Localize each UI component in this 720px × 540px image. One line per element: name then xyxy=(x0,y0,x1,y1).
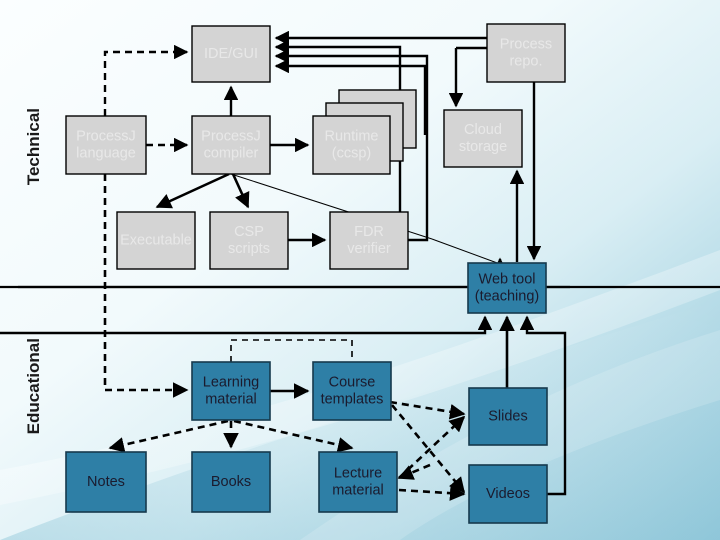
node-web-tool-label: Web tool xyxy=(479,271,536,287)
node-process-repo[interactable]: Processrepo. xyxy=(486,23,566,83)
nodes-layer: IDE/GUIProcessrepo.ProcessJlanguageProce… xyxy=(65,23,566,524)
node-lecture-material[interactable]: Lecturematerial xyxy=(318,451,398,513)
node-processj-compiler[interactable]: ProcessJcompiler xyxy=(191,115,271,175)
node-slides-label: Slides xyxy=(488,408,528,424)
node-lecture-material-label: Lecture xyxy=(334,465,382,481)
node-web-tool-label: (teaching) xyxy=(475,288,539,304)
node-ide-gui-label: IDE/GUI xyxy=(204,46,258,62)
edge-lecture-to-videos xyxy=(398,485,466,501)
node-fdr-verifier[interactable]: FDRverifier xyxy=(329,211,409,270)
node-processj-compiler-label: ProcessJ xyxy=(201,128,261,144)
node-notes[interactable]: Notes xyxy=(65,451,147,513)
node-learning-material-label: material xyxy=(205,391,257,407)
node-cloud-storage-label: Cloud xyxy=(464,122,502,138)
node-process-repo-label: repo. xyxy=(509,53,542,69)
node-learning-material-label: Learning xyxy=(203,374,259,390)
node-csp-scripts-label: CSP xyxy=(234,224,264,240)
node-processj-language-label: ProcessJ xyxy=(76,128,136,144)
node-processj-language-label: language xyxy=(76,145,136,161)
node-processj-language[interactable]: ProcessJlanguage xyxy=(65,115,147,175)
node-runtime-ccsp[interactable]: Runtime(ccsp) xyxy=(312,89,417,175)
node-course-templates[interactable]: Coursetemplates xyxy=(312,361,392,421)
edge-course-to-slides xyxy=(389,400,466,420)
node-web-tool[interactable]: Web tool(teaching) xyxy=(467,262,547,314)
component-diagram: IDE/GUIProcessrepo.ProcessJlanguageProce… xyxy=(0,23,720,524)
edge-language-to-learning xyxy=(103,174,189,398)
node-runtime-ccsp-label: Runtime xyxy=(325,128,379,144)
lane-label-technical: Technical xyxy=(24,108,43,186)
edge-course-to-videos xyxy=(390,404,466,494)
node-fdr-verifier-label: FDR xyxy=(354,224,384,240)
edge-learning-course-bridge xyxy=(230,339,353,362)
edge-learning-to-lecture xyxy=(233,419,354,453)
node-course-templates-label: Course xyxy=(329,374,376,390)
node-executable[interactable]: Executable xyxy=(116,211,196,270)
edge-compiler-to-executable xyxy=(155,172,230,209)
node-cloud-storage[interactable]: Cloudstorage xyxy=(443,109,523,168)
node-executable-label: Executable xyxy=(120,232,192,248)
node-cloud-storage-label: storage xyxy=(459,139,507,155)
node-csp-scripts-label: scripts xyxy=(228,241,270,257)
slide-canvas: IDE/GUI Process repo. ProcessJ language Proce… xyxy=(0,0,720,540)
lane-label-educational: Educational xyxy=(24,338,43,435)
node-ide-gui[interactable]: IDE/GUI xyxy=(191,25,271,83)
node-csp-scripts[interactable]: CSPscripts xyxy=(209,211,289,270)
edge-learning-to-notes xyxy=(108,419,229,453)
node-books[interactable]: Books xyxy=(191,451,271,513)
node-course-templates-label: templates xyxy=(321,391,384,407)
node-processj-compiler-label: compiler xyxy=(204,145,259,161)
edge-language-to-ide xyxy=(103,44,189,116)
node-notes-label: Notes xyxy=(87,474,125,490)
node-slides[interactable]: Slides xyxy=(468,387,548,446)
node-fdr-verifier-label: verifier xyxy=(347,241,391,257)
node-process-repo-label: Process xyxy=(500,36,552,52)
node-learning-material[interactable]: Learningmaterial xyxy=(191,361,271,421)
node-videos[interactable]: Videos xyxy=(468,464,548,524)
edge-slides-back-to-lecture xyxy=(397,463,431,480)
edge-left-feed-to-webtool xyxy=(0,315,493,335)
edge-compiler-diagonal-tail xyxy=(431,238,501,265)
node-videos-label: Videos xyxy=(486,486,530,502)
node-books-label: Books xyxy=(211,474,251,490)
node-runtime-ccsp-label: (ccsp) xyxy=(332,145,371,161)
node-lecture-material-label: material xyxy=(332,482,384,498)
